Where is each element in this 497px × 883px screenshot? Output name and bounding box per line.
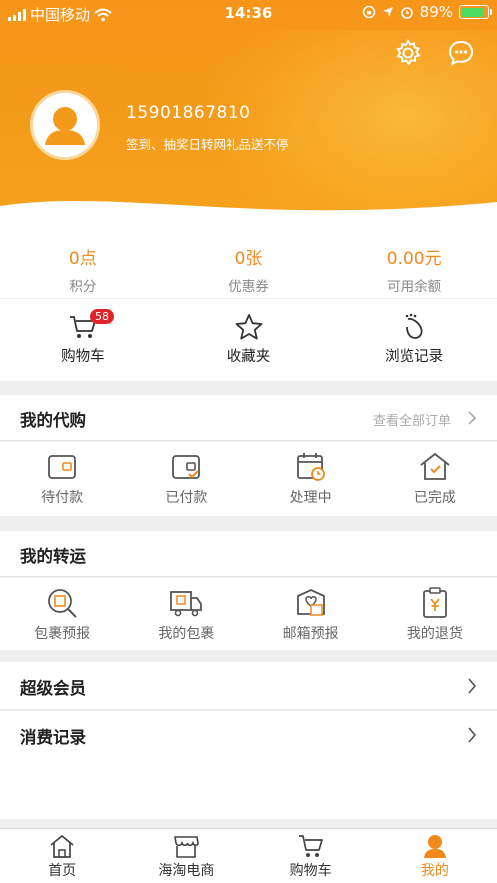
forwarding-title: 我的转运 (20, 547, 86, 566)
tab-mine-label: 我的 (420, 863, 449, 879)
storefront-icon (174, 836, 200, 858)
order-pending-payment-label: 待付款 (41, 490, 84, 506)
stat-coupons-value: 0张 (234, 249, 263, 269)
clipboard-yen-icon (422, 587, 447, 618)
forwarding-section-header: 我的转运 (0, 531, 497, 577)
stat-balance-label: 可用余额 (387, 279, 442, 295)
status-bar: 中国移动 14:36 89% (0, 0, 497, 26)
chevron-right-icon (468, 411, 477, 425)
location-icon (382, 7, 393, 17)
avatar[interactable] (30, 90, 100, 160)
view-all-orders-link[interactable]: 查看全部订单 (373, 410, 451, 429)
search-box-icon (48, 589, 77, 618)
my-parcels-label: 我的包裹 (158, 626, 215, 642)
quick-links: 58 购物车 收藏夹 浏览记录 (0, 299, 497, 381)
user-avatar-icon (45, 107, 85, 145)
settings-gear-icon[interactable] (393, 38, 423, 68)
purchase-section-header[interactable]: 我的代购 查看全部订单 (0, 395, 497, 441)
home-icon (50, 834, 74, 858)
tab-home[interactable]: 首页 (0, 829, 124, 883)
super-member-row[interactable]: 超级会员 (0, 662, 497, 710)
order-pending-payment[interactable]: 待付款 (0, 442, 124, 516)
stat-points[interactable]: 0点 积分 (0, 232, 166, 298)
quick-history-label: 浏览记录 (385, 349, 444, 365)
user-icon (423, 835, 446, 858)
tab-cart-label: 购物车 (289, 863, 332, 879)
header-wave (0, 200, 497, 232)
wallet-icon (48, 455, 77, 479)
cart-count-badge: 58 (90, 309, 114, 324)
profile-tagline: 签到、抽奖日转网礼品送不停 (126, 137, 289, 152)
order-processing-label: 处理中 (289, 490, 332, 506)
shopping-cart-icon (298, 835, 323, 857)
footprint-icon (405, 313, 423, 339)
stat-coupons[interactable]: 0张 优惠券 (166, 232, 332, 298)
tab-haitao-label: 海淘电商 (158, 863, 215, 879)
quick-history[interactable]: 浏览记录 (331, 299, 497, 381)
tab-cart[interactable]: 购物车 (249, 829, 373, 883)
forwarding-grid: 包裹预报 我的包裹 邮箱预报 我的退货 (0, 578, 497, 650)
parcel-forecast-label: 包裹预报 (34, 626, 91, 642)
delivery-truck-icon (170, 591, 203, 617)
order-completed[interactable]: 已完成 (373, 442, 497, 516)
page-blank-area (0, 759, 497, 819)
quick-favorites-label: 收藏夹 (226, 349, 271, 365)
purchase-status-grid: 待付款 已付款 处理中 已完成 (0, 442, 497, 516)
profile-header: 中国移动 14:36 89% 15901867810 签到、抽奖日转网礼品送不停 (0, 0, 497, 232)
tab-bar: 首页 海淘电商 购物车 我的 (0, 828, 497, 883)
alarm-icon (400, 7, 413, 19)
stat-points-value: 0点 (68, 249, 97, 269)
stat-points-label: 积分 (69, 279, 97, 295)
order-completed-label: 已完成 (413, 490, 456, 506)
spending-records-row[interactable]: 消费记录 (0, 711, 497, 759)
calendar-clock-icon (296, 453, 325, 481)
spending-records-label: 消费记录 (20, 728, 86, 747)
stat-balance[interactable]: 0.00元 可用余额 (331, 232, 497, 298)
order-paid[interactable]: 已付款 (124, 442, 248, 516)
purchase-title: 我的代购 (20, 411, 86, 430)
super-member-label: 超级会员 (20, 679, 86, 698)
stat-coupons-label: 优惠券 (228, 279, 269, 295)
mailbox-forecast-label: 邮箱预报 (282, 626, 339, 642)
tab-home-label: 首页 (48, 863, 77, 879)
battery-icon (459, 5, 492, 19)
wallet-check-icon (172, 455, 201, 479)
order-paid-label: 已付款 (165, 490, 208, 506)
star-icon (235, 314, 262, 340)
parcel-forecast[interactable]: 包裹预报 (0, 578, 124, 650)
account-stats: 0点 积分 0张 优惠券 0.00元 可用余额 (0, 232, 497, 298)
my-returns-label: 我的退货 (406, 626, 463, 642)
stat-balance-value: 0.00元 (386, 249, 442, 269)
mailbox-forecast[interactable]: 邮箱预报 (249, 578, 373, 650)
rotation-lock-icon (362, 5, 375, 19)
quick-favorites[interactable]: 收藏夹 (166, 299, 332, 381)
my-parcels[interactable]: 我的包裹 (124, 578, 248, 650)
quick-cart[interactable]: 58 购物车 (0, 299, 166, 381)
tab-mine[interactable]: 我的 (373, 829, 497, 883)
chevron-right-icon (468, 678, 477, 694)
my-returns[interactable]: 我的退货 (373, 578, 497, 650)
battery-percent: 89% (419, 3, 453, 21)
user-phone[interactable]: 15901867810 (126, 103, 250, 123)
house-check-icon (420, 452, 450, 480)
tab-haitao[interactable]: 海淘电商 (124, 829, 248, 883)
message-icon[interactable] (446, 38, 476, 68)
quick-cart-label: 购物车 (61, 349, 105, 365)
order-processing[interactable]: 处理中 (249, 442, 373, 516)
chevron-right-icon (468, 727, 477, 743)
mailbox-icon (296, 589, 325, 616)
